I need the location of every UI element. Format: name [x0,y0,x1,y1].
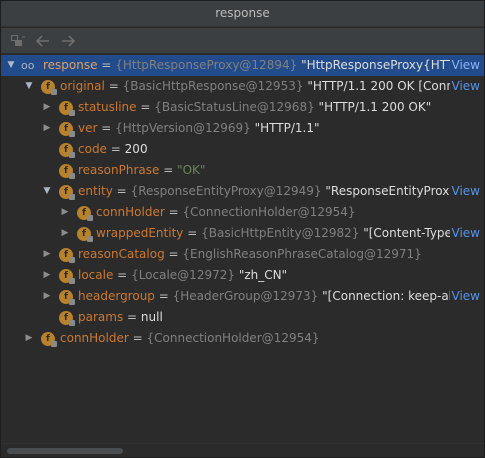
watch-glasses-icon: oo [21,59,35,72]
var-type: {BasicHttpEntity@12982} [201,226,360,240]
view-link[interactable]: View [449,223,480,244]
frame-icon[interactable] [9,32,27,50]
view-link[interactable]: View [449,76,480,97]
var-name: reasonCatalog [78,247,165,261]
field-icon: f [59,122,75,137]
collapse-arrow-icon[interactable]: ▶ [23,328,35,349]
back-arrow-icon[interactable] [34,32,52,50]
var-type: {BasicStatusLine@12968} [154,100,315,114]
var-value: "HTTP/1.1 200 OK" [318,100,432,114]
var-type: {ConnectionHolder@12954} [182,205,356,219]
var-name: connHolder [96,205,165,219]
field-icon: f [41,332,57,347]
scrollbar-thumb[interactable] [7,448,123,454]
var-type: {HttpResponseProxy@12894} [115,58,298,72]
view-link[interactable]: View [449,286,480,307]
field-icon: f [59,164,75,179]
var-value: "[Connection: keep-ali [322,289,456,303]
tree-row-headergroup[interactable]: ▶ f headergroup = {HeaderGroup@12973} "[… [1,286,484,307]
tree-row-code[interactable]: f code = 200 [1,139,484,160]
tree-row-original[interactable]: ▼ f original = {BasicHttpResponse@12953}… [1,76,484,97]
horizontal-scrollbar[interactable] [1,443,484,457]
var-type: {Locale@12972} [131,268,235,282]
var-name: reasonPhrase [78,163,160,177]
var-type: {BasicHttpResponse@12953} [122,79,304,93]
var-name: connHolder [60,331,129,345]
var-name: params [78,310,124,324]
expand-arrow-icon[interactable]: ▼ [5,55,17,76]
view-link[interactable]: View [449,181,480,202]
var-type: {HeaderGroup@12973} [172,289,319,303]
var-value: null [140,310,163,324]
variables-tree: ▼ oo response = {HttpResponseProxy@12894… [1,55,484,441]
var-name: wrappedEntity [96,226,184,240]
field-icon: f [59,143,75,158]
tree-row-reasonphrase[interactable]: f reasonPhrase = "OK" [1,160,484,181]
debugger-window: response ▼ oo response = {HttpResponsePr… [0,0,485,458]
toolbar [1,28,484,54]
tree-row-reasoncatalog[interactable]: ▶ f reasonCatalog = {EnglishReasonPhrase… [1,244,484,265]
field-icon: f [59,311,75,326]
collapse-arrow-icon[interactable]: ▶ [41,244,53,265]
var-type: {ResponseEntityProxy@12949} [130,184,322,198]
var-value: "OK" [177,163,206,177]
field-icon: f [77,206,93,221]
var-name: response [43,58,98,72]
tree-row-connholder[interactable]: ▶ f connHolder = {ConnectionHolder@12954… [1,202,484,223]
forward-arrow-icon[interactable] [59,32,77,50]
var-value: "ResponseEntityProxy{[ [325,184,469,198]
var-value: "HTTP/1.1 200 OK [Conne [307,79,462,93]
tree-row-statusline[interactable]: ▶ f statusline = {BasicStatusLine@12968}… [1,97,484,118]
expand-arrow-icon[interactable]: ▼ [41,181,53,202]
field-icon: f [77,227,93,242]
tree-row-entity[interactable]: ▼ f entity = {ResponseEntityProxy@12949}… [1,181,484,202]
field-icon: f [59,248,75,263]
var-value: "HttpResponseProxy{HTTP [301,58,462,72]
field-icon: f [59,290,75,305]
var-name: code [78,142,107,156]
tree-row-wrappedentity[interactable]: ▶ f wrappedEntity = {BasicHttpEntity@129… [1,223,484,244]
window-title: response [1,1,484,27]
var-type: {ConnectionHolder@12954} [146,331,320,345]
tree-row-params[interactable]: f params = null [1,307,484,328]
var-value: 200 [124,142,148,156]
tree-row-ver[interactable]: ▶ f ver = {HttpVersion@12969} "HTTP/1.1" [1,118,484,139]
var-type: {HttpVersion@12969} [115,121,251,135]
tree-row-response[interactable]: ▼ oo response = {HttpResponseProxy@12894… [1,55,484,76]
var-value: "HTTP/1.1" [254,121,320,135]
expand-arrow-icon[interactable]: ▼ [23,76,35,97]
var-name: locale [78,268,114,282]
var-name: ver [78,121,98,135]
collapse-arrow-icon[interactable]: ▶ [41,265,53,286]
var-type: {EnglishReasonPhraseCatalog@12971} [182,247,422,261]
field-icon: f [41,80,57,95]
tree-row-locale[interactable]: ▶ f locale = {Locale@12972} "zh_CN" [1,265,484,286]
var-name: original [60,79,105,93]
collapse-arrow-icon[interactable]: ▶ [59,223,71,244]
var-name: statusline [78,100,137,114]
var-value: "zh_CN" [238,268,288,282]
view-link[interactable]: View [449,55,480,76]
collapse-arrow-icon[interactable]: ▶ [41,97,53,118]
collapse-arrow-icon[interactable]: ▶ [59,202,71,223]
field-icon: f [59,185,75,200]
var-name: headergroup [78,289,155,303]
field-icon: f [59,269,75,284]
collapse-arrow-icon[interactable]: ▶ [41,286,53,307]
tree-row-connholder-top[interactable]: ▶ f connHolder = {ConnectionHolder@12954… [1,328,484,349]
collapse-arrow-icon[interactable]: ▶ [41,118,53,139]
var-name: entity [78,184,113,198]
field-icon: f [59,101,75,116]
